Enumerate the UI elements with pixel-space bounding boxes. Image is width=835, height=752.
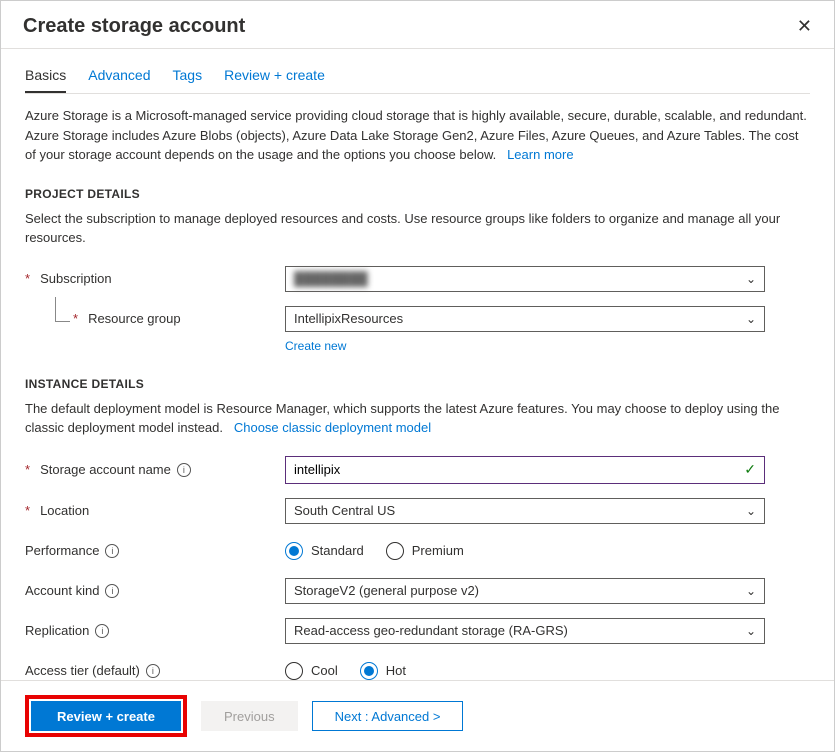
performance-row: Performance i Standard Premium <box>25 538 810 564</box>
account-kind-dropdown[interactable]: StorageV2 (general purpose v2) ⌄ <box>285 578 765 604</box>
replication-dropdown[interactable]: Read-access geo-redundant storage (RA-GR… <box>285 618 765 644</box>
chevron-down-icon: ⌄ <box>746 624 756 638</box>
tab-tags[interactable]: Tags <box>173 67 203 93</box>
tab-advanced[interactable]: Advanced <box>88 67 150 93</box>
required-asterisk: * <box>25 462 30 477</box>
tab-review-create[interactable]: Review + create <box>224 67 325 93</box>
resource-group-row: * Resource group IntellipixResources ⌄ <box>25 306 810 332</box>
close-button[interactable]: ✕ <box>797 16 812 37</box>
chevron-down-icon: ⌄ <box>746 504 756 518</box>
replication-row: Replication i Read-access geo-redundant … <box>25 618 810 644</box>
tab-bar: Basics Advanced Tags Review + create <box>25 49 810 94</box>
subscription-value: ████████ <box>294 271 368 286</box>
chevron-down-icon: ⌄ <box>746 312 756 326</box>
access-tier-label: Access tier (default) i <box>25 663 285 678</box>
storage-account-name-input[interactable] <box>294 462 736 477</box>
account-kind-label: Account kind i <box>25 583 285 598</box>
performance-standard-radio[interactable]: Standard <box>285 542 364 560</box>
storage-account-name-row: * Storage account name i ✓ <box>25 456 810 484</box>
performance-premium-radio[interactable]: Premium <box>386 542 464 560</box>
chevron-down-icon: ⌄ <box>746 272 756 286</box>
account-kind-value: StorageV2 (general purpose v2) <box>294 583 479 598</box>
info-icon[interactable]: i <box>177 463 191 477</box>
radio-icon <box>285 662 303 680</box>
intro-text: Azure Storage is a Microsoft-managed ser… <box>25 106 810 165</box>
info-icon[interactable]: i <box>105 544 119 558</box>
info-icon[interactable]: i <box>146 664 160 678</box>
access-tier-cool-radio[interactable]: Cool <box>285 662 338 680</box>
previous-button: Previous <box>201 701 298 731</box>
close-icon: ✕ <box>797 16 812 36</box>
learn-more-link[interactable]: Learn more <box>507 147 573 162</box>
required-asterisk: * <box>73 311 78 326</box>
subscription-dropdown[interactable]: ████████ ⌄ <box>285 266 765 292</box>
required-asterisk: * <box>25 503 30 518</box>
review-create-button[interactable]: Review + create <box>31 701 181 731</box>
replication-label: Replication i <box>25 623 285 638</box>
panel-content: Basics Advanced Tags Review + create Azu… <box>1 49 834 680</box>
access-tier-hot-radio[interactable]: Hot <box>360 662 406 680</box>
panel-header: Create storage account ✕ <box>1 1 834 48</box>
tab-basics[interactable]: Basics <box>25 67 66 93</box>
choose-classic-link[interactable]: Choose classic deployment model <box>234 420 431 435</box>
checkmark-icon: ✓ <box>744 461 756 478</box>
radio-icon <box>285 542 303 560</box>
resource-group-label: * Resource group <box>25 311 285 326</box>
info-icon[interactable]: i <box>105 584 119 598</box>
instance-details-desc: The default deployment model is Resource… <box>25 399 810 438</box>
project-details-desc: Select the subscription to manage deploy… <box>25 209 810 248</box>
subscription-label: * Subscription <box>25 271 285 286</box>
instance-details-heading: INSTANCE DETAILS <box>25 377 810 391</box>
panel-footer: Review + create Previous Next : Advanced… <box>1 680 834 751</box>
storage-account-name-label: * Storage account name i <box>25 462 285 477</box>
location-label: * Location <box>25 503 285 518</box>
location-row: * Location South Central US ⌄ <box>25 498 810 524</box>
chevron-down-icon: ⌄ <box>746 584 756 598</box>
location-value: South Central US <box>294 503 395 518</box>
resource-group-value: IntellipixResources <box>294 311 403 326</box>
info-icon[interactable]: i <box>95 624 109 638</box>
subscription-row: * Subscription ████████ ⌄ <box>25 266 810 292</box>
location-dropdown[interactable]: South Central US ⌄ <box>285 498 765 524</box>
required-asterisk: * <box>25 271 30 286</box>
radio-icon <box>360 662 378 680</box>
performance-label: Performance i <box>25 543 285 558</box>
resource-group-dropdown[interactable]: IntellipixResources ⌄ <box>285 306 765 332</box>
create-new-link[interactable]: Create new <box>285 339 346 353</box>
project-details-heading: PROJECT DETAILS <box>25 187 810 201</box>
review-create-highlight: Review + create <box>25 695 187 737</box>
create-storage-account-panel: Create storage account ✕ Basics Advanced… <box>0 0 835 752</box>
storage-account-name-input-wrapper: ✓ <box>285 456 765 484</box>
page-title: Create storage account <box>23 15 245 38</box>
account-kind-row: Account kind i StorageV2 (general purpos… <box>25 578 810 604</box>
radio-icon <box>386 542 404 560</box>
replication-value: Read-access geo-redundant storage (RA-GR… <box>294 623 568 638</box>
access-tier-row: Access tier (default) i Cool Hot <box>25 658 810 681</box>
next-advanced-button[interactable]: Next : Advanced > <box>312 701 464 731</box>
